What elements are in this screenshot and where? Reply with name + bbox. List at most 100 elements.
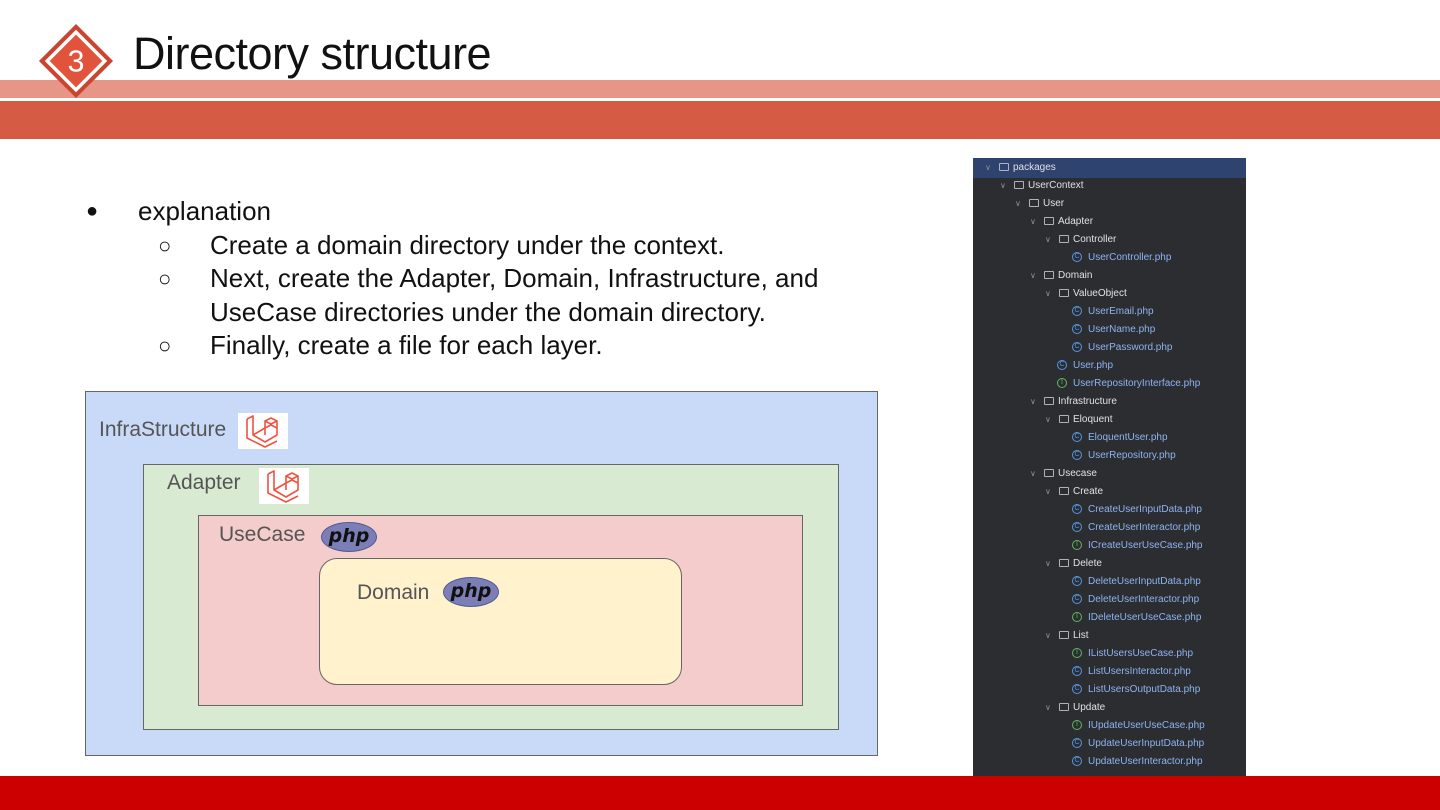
tree-item-label: UserPassword.php <box>1088 342 1173 353</box>
tree-folder-row[interactable]: ∨ Delete <box>973 555 1246 573</box>
tree-item-label: ValueObject <box>1073 288 1127 299</box>
tree-file-row[interactable]: C ListUsersInteractor.php <box>973 663 1246 681</box>
tree-file-row[interactable]: C CreateUserInputData.php <box>973 501 1246 519</box>
class-file-icon: C <box>1072 504 1082 514</box>
tree-item-label: UpdateUserInteractor.php <box>1088 756 1203 767</box>
layer-adapter: Adapter UseCase php Domain php <box>143 464 839 730</box>
tree-file-row[interactable]: C UpdateUserInputData.php <box>973 735 1246 753</box>
tree-folder-row[interactable]: ∨ Eloquent <box>973 411 1246 429</box>
tree-file-row[interactable]: C UserController.php <box>973 249 1246 267</box>
tree-item-label: Usecase <box>1058 468 1097 479</box>
header-band-dark <box>0 101 1440 139</box>
tree-file-row[interactable]: C UserRepository.php <box>973 447 1246 465</box>
tree-item-label: User.php <box>1073 360 1114 371</box>
interface-file-icon: I <box>1057 378 1067 388</box>
tree-item-label: ListUsersInteractor.php <box>1088 666 1191 677</box>
tree-folder-row[interactable]: ∨ Controller <box>973 231 1246 249</box>
tree-folder-row[interactable]: ∨ Create <box>973 483 1246 501</box>
folder-icon <box>999 163 1009 171</box>
tree-file-row[interactable]: C EloquentUser.php <box>973 429 1246 447</box>
tree-item-label: UserContext <box>1028 180 1084 191</box>
chevron-down-icon[interactable]: ∨ <box>985 159 991 177</box>
tree-file-row[interactable]: C UserName.php <box>973 321 1246 339</box>
folder-icon <box>1059 559 1069 567</box>
sub-bullet-text: Next, create the Adapter, Domain, Infras… <box>210 263 819 327</box>
tree-folder-row[interactable]: ∨ User <box>973 195 1246 213</box>
folder-icon <box>1044 271 1054 279</box>
sub-bullet: ○ Finally, create a file for each layer. <box>86 329 900 363</box>
tree-item-label: UserRepositoryInterface.php <box>1073 378 1201 389</box>
tree-file-row[interactable]: I IUpdateUserUseCase.php <box>973 717 1246 735</box>
chevron-down-icon[interactable]: ∨ <box>1045 231 1051 249</box>
chevron-down-icon[interactable]: ∨ <box>1045 699 1051 717</box>
layer-domain: Domain php <box>319 558 682 685</box>
tree-item-label: UpdateUserInputData.php <box>1088 738 1205 749</box>
chevron-down-icon[interactable]: ∨ <box>1045 627 1051 645</box>
tree-file-row[interactable]: I UserRepositoryInterface.php <box>973 375 1246 393</box>
chevron-down-icon[interactable]: ∨ <box>1015 195 1021 213</box>
tree-file-row[interactable]: C UpdateUserInteractor.php <box>973 753 1246 771</box>
slide-number: 3 <box>68 46 85 79</box>
layer-label-adapter: Adapter <box>167 471 241 494</box>
class-file-icon: C <box>1072 306 1082 316</box>
chevron-down-icon[interactable]: ∨ <box>1030 465 1036 483</box>
tree-file-row[interactable]: C CreateUserInteractor.php <box>973 519 1246 537</box>
tree-item-label: Delete <box>1073 558 1102 569</box>
php-icon: php <box>321 522 377 552</box>
folder-icon <box>1044 469 1054 477</box>
tree-item-label: EloquentUser.php <box>1088 432 1168 443</box>
tree-item-label: Create <box>1073 486 1104 497</box>
tree-file-row[interactable]: C UserPassword.php <box>973 339 1246 357</box>
tree-item-label: CreateUserInputData.php <box>1088 504 1202 515</box>
bullet-list: ● explanation ○ Create a domain director… <box>86 195 900 363</box>
bullet-main: ● explanation <box>86 195 900 229</box>
tree-folder-row[interactable]: ∨ Adapter <box>973 213 1246 231</box>
header-band-light <box>0 80 1440 98</box>
tree-file-row[interactable]: C ListUsersOutputData.php <box>973 681 1246 699</box>
tree-file-row[interactable]: I IListUsersUseCase.php <box>973 645 1246 663</box>
folder-icon <box>1059 631 1069 639</box>
tree-item-label: DeleteUserInteractor.php <box>1088 594 1200 605</box>
tree-item-label: IUpdateUserUseCase.php <box>1088 720 1205 731</box>
tree-folder-row[interactable]: ∨ packages <box>973 159 1246 177</box>
tree-file-row[interactable]: C UserEmail.php <box>973 303 1246 321</box>
class-file-icon: C <box>1072 450 1082 460</box>
tree-folder-row[interactable]: ∨ Update <box>973 699 1246 717</box>
tree-file-row[interactable]: C User.php <box>973 357 1246 375</box>
chevron-down-icon[interactable]: ∨ <box>1030 213 1036 231</box>
tree-folder-row[interactable]: ∨ Usecase <box>973 465 1246 483</box>
chevron-down-icon[interactable]: ∨ <box>1000 177 1006 195</box>
chevron-down-icon[interactable]: ∨ <box>1045 285 1051 303</box>
directory-tree-panel: ∨ packages ∨ UserContext ∨ User ∨ Adapter ∨ Contr… <box>973 158 1246 778</box>
sub-bullet: ○ Create a domain directory under the co… <box>86 229 900 263</box>
tree-folder-row[interactable]: ∨ List <box>973 627 1246 645</box>
slide-number-badge: 3 <box>38 23 114 99</box>
tree-item-label: IListUsersUseCase.php <box>1088 648 1194 659</box>
layer-infrastructure: InfraStructure Adapter UseCase php Domai… <box>85 391 878 756</box>
tree-folder-row[interactable]: ∨ Infrastructure <box>973 393 1246 411</box>
layer-usecase: UseCase php Domain php <box>198 515 803 706</box>
folder-icon <box>1044 217 1054 225</box>
tree-item-label: UserRepository.php <box>1088 450 1176 461</box>
tree-file-row[interactable]: C DeleteUserInputData.php <box>973 573 1246 591</box>
chevron-down-icon[interactable]: ∨ <box>1030 393 1036 411</box>
tree-item-label: Infrastructure <box>1058 396 1117 407</box>
chevron-down-icon[interactable]: ∨ <box>1030 267 1036 285</box>
tree-file-row[interactable]: I IDeleteUserUseCase.php <box>973 609 1246 627</box>
tree-file-row[interactable]: C DeleteUserInteractor.php <box>973 591 1246 609</box>
chevron-down-icon[interactable]: ∨ <box>1045 411 1051 429</box>
tree-folder-row[interactable]: ∨ UserContext <box>973 177 1246 195</box>
sub-bullet-text: Finally, create a file for each layer. <box>210 330 603 360</box>
tree-folder-row[interactable]: ∨ Domain <box>973 267 1246 285</box>
tree-item-label: User <box>1043 198 1065 209</box>
class-file-icon: C <box>1057 360 1067 370</box>
tree-folder-row[interactable]: ∨ ValueObject <box>973 285 1246 303</box>
chevron-down-icon[interactable]: ∨ <box>1045 483 1051 501</box>
tree-file-row[interactable]: I ICreateUserUseCase.php <box>973 537 1246 555</box>
chevron-down-icon[interactable]: ∨ <box>1045 555 1051 573</box>
class-file-icon: C <box>1072 738 1082 748</box>
layer-label-usecase: UseCase <box>219 523 306 546</box>
tree-item-label: UserEmail.php <box>1088 306 1154 317</box>
folder-icon <box>1059 415 1069 423</box>
tree-item-label: Update <box>1073 702 1106 713</box>
